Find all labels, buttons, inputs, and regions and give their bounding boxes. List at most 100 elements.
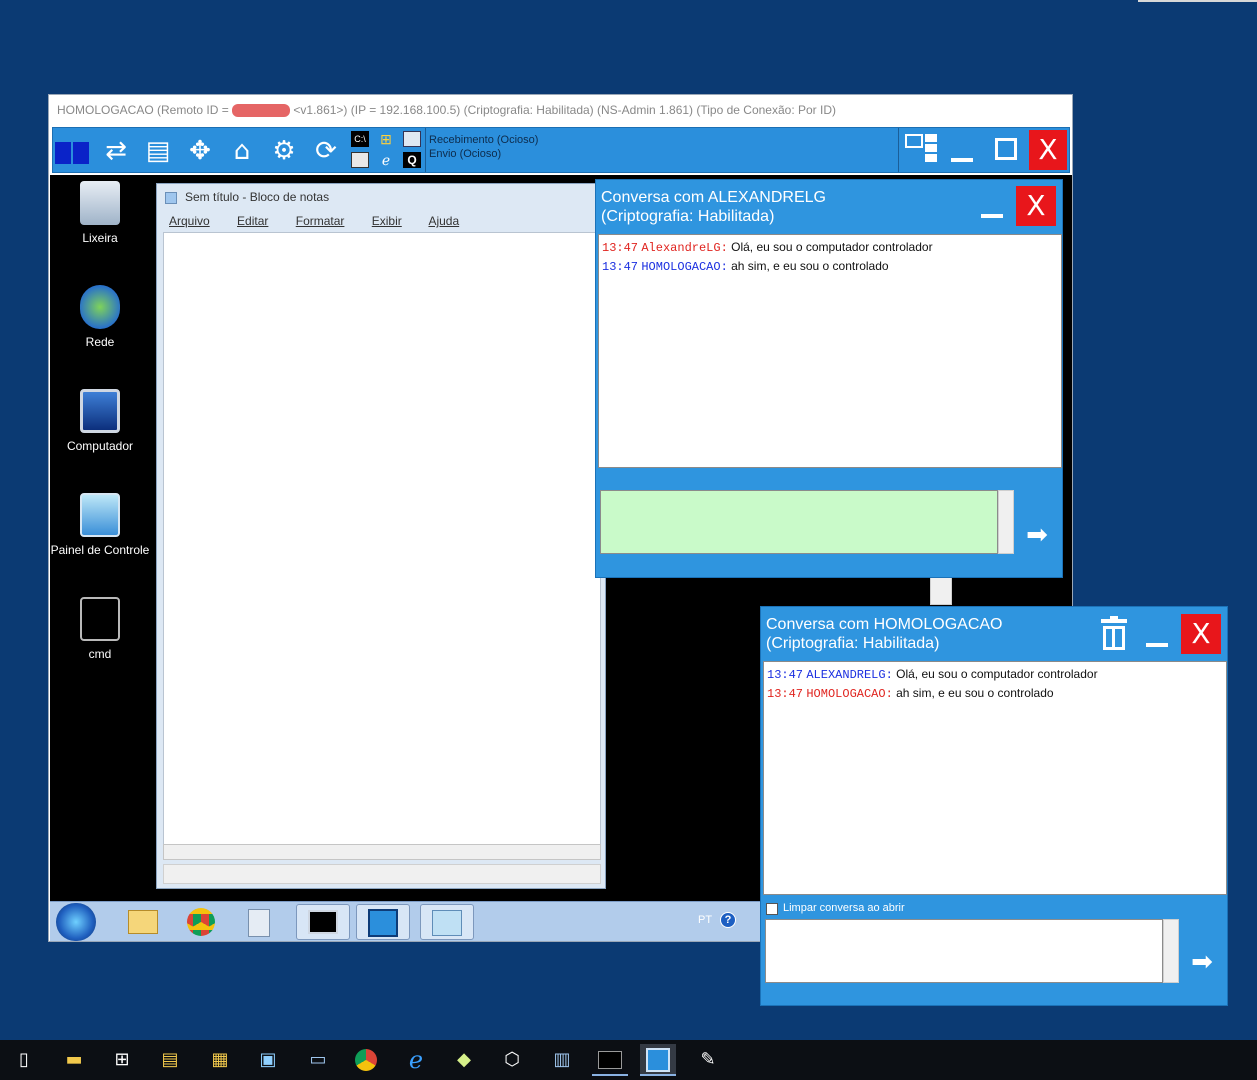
minimize-icon[interactable] [951, 158, 973, 162]
chat1-send-arrow-icon[interactable]: ➡ [1022, 520, 1052, 550]
file-explorer-icon[interactable]: ▬ [56, 1044, 92, 1076]
ie-icon[interactable]: ℯ [377, 152, 395, 168]
message-sender: HOMOLOGACAO: [806, 687, 893, 701]
folder-icon[interactable]: ▤ [152, 1044, 188, 1076]
chat2-send-arrow-icon[interactable]: ➡ [1187, 947, 1217, 977]
chat1-message-input[interactable] [600, 490, 998, 554]
chat-window-homologacao: Conversa com HOMOLOGACAO (Criptografia: … [760, 606, 1228, 1006]
notepad-horizontal-scrollbar[interactable] [163, 844, 601, 860]
chat-message: 13:47 HOMOLOGACAO: ah sim, e eu sou o co… [602, 257, 1058, 276]
notepad-menubar: Arquivo Editar Formatar Exibir Ajuda [169, 214, 473, 228]
status-receiving: Recebimento (Ocioso) [429, 134, 539, 146]
calculator-task[interactable] [232, 904, 286, 940]
notes-icon[interactable]: ◆ [446, 1044, 482, 1076]
chat2-title: Conversa com HOMOLOGACAO (Criptografia: … [766, 615, 1003, 653]
desktop-icon-label: Lixeira [82, 231, 118, 245]
host-taskbar: ▯ ▬ ⊞ ▤ ▦ ▣ ▭ ℯ ◆ ⬡ ▥ ✎ [0, 1040, 1257, 1080]
computer-icon [80, 389, 120, 433]
chat2-input-scrollbar[interactable] [1163, 919, 1179, 983]
windows-icon[interactable]: ⊞ [377, 131, 395, 147]
internet-explorer-icon[interactable]: ℯ [398, 1044, 434, 1076]
chat2-close-button[interactable]: X [1181, 614, 1221, 654]
task-view-icon[interactable]: ▯ [6, 1044, 42, 1076]
chat2-title-line1: Conversa com HOMOLOGACAO [766, 616, 1003, 633]
remote-desktop-icon[interactable]: ▭ [300, 1044, 336, 1076]
chat2-message-input[interactable] [765, 919, 1163, 983]
move-icon[interactable]: ✥ [183, 134, 217, 168]
refresh-icon[interactable]: ⟳ [309, 134, 343, 168]
desktop-icon-control-panel[interactable]: Painel de Controle [50, 493, 150, 557]
chat-message: 13:47 ALEXANDRELG: Olá, eu sou o computa… [767, 665, 1223, 684]
desktop-icon-network[interactable]: Rede [50, 285, 150, 349]
network-admin-icon[interactable]: ▥ [544, 1044, 580, 1076]
chrome-task[interactable] [174, 904, 228, 940]
cmd-icon[interactable]: C:\ [351, 131, 369, 147]
notepad-task[interactable] [420, 904, 474, 940]
notepad-app-icon [165, 192, 177, 204]
layout-icon[interactable] [905, 134, 939, 166]
message-time: 13:47 [602, 241, 639, 255]
chat1-title-line2: (Criptografia: Habilitada) [601, 208, 775, 225]
toolbar-separator [898, 128, 899, 172]
menu-arquivo[interactable]: Arquivo [169, 214, 210, 228]
monitor-icon[interactable] [403, 131, 421, 147]
explorer-task[interactable] [116, 904, 170, 940]
notepad-window: Sem título - Bloco de notas Arquivo Edit… [156, 183, 606, 889]
clear-on-open-label: Limpar conversa ao abrir [783, 902, 905, 914]
chat-icon[interactable]: ▤ [141, 134, 175, 168]
desktop-icon-label: Computador [66, 439, 134, 453]
language-indicator[interactable]: PT [698, 914, 712, 926]
chrome-icon[interactable] [348, 1044, 384, 1076]
chat1-close-button[interactable]: X [1016, 186, 1056, 226]
message-text: Olá, eu sou o computador controlador [896, 667, 1098, 681]
message-text: ah sim, e eu sou o controlado [731, 259, 889, 273]
settings-icon[interactable]: ⚙ [267, 134, 301, 168]
paint-icon[interactable]: ✎ [690, 1044, 726, 1076]
minimize-icon[interactable] [1146, 643, 1168, 647]
desktop-icon-recycle-bin[interactable]: Lixeira [50, 181, 150, 245]
screen-icon[interactable] [55, 134, 89, 168]
chat1-message-log: 13:47 AlexandreLG: Olá, eu sou o computa… [598, 234, 1062, 468]
menu-exibir[interactable]: Exibir [372, 214, 402, 228]
folder-documents-icon[interactable]: ▦ [202, 1044, 238, 1076]
remote-control-app-icon[interactable] [640, 1044, 676, 1076]
desktop-icon-cmd[interactable]: cmd [50, 597, 150, 661]
cmd-shortcut-icon [80, 597, 120, 641]
network-connections-icon[interactable]: ▣ [250, 1044, 286, 1076]
remote-title-suffix: <v1.861>) (IP = 192.168.100.5) (Criptogr… [290, 103, 836, 117]
menu-formatar[interactable]: Formatar [296, 214, 345, 228]
menu-ajuda[interactable]: Ajuda [428, 214, 459, 228]
network-icon [80, 285, 120, 329]
remote-window-title: HOMOLOGACAO (Remoto ID = <v1.861>) (IP =… [49, 95, 1072, 125]
store-icon[interactable]: ⊞ [104, 1044, 140, 1076]
desktop-icon-label: Painel de Controle [50, 543, 150, 557]
chat2-message-log: 13:47 ALEXANDRELG: Olá, eu sou o computa… [763, 661, 1227, 895]
message-time: 13:47 [602, 260, 639, 274]
menu-editar[interactable]: Editar [237, 214, 268, 228]
notepad-status-bar [163, 864, 601, 884]
virtualbox-icon[interactable]: ⬡ [494, 1044, 530, 1076]
minimize-icon[interactable] [981, 214, 1003, 218]
chat1-title-line1: Conversa com ALEXANDRELG [601, 189, 826, 206]
help-icon[interactable]: ? [720, 912, 736, 928]
trash-icon[interactable] [1101, 616, 1127, 651]
cmd-task[interactable] [296, 904, 350, 940]
remote-title-prefix: HOMOLOGACAO (Remoto ID = [57, 103, 233, 117]
cmd-taskbar-icon[interactable] [592, 1044, 628, 1076]
clear-on-open-checkbox[interactable] [766, 903, 778, 915]
home-icon[interactable]: ⌂ [225, 134, 259, 168]
recycle-bin-icon [80, 181, 120, 225]
remote-toolbar: ⇄ ▤ ✥ ⌂ ⚙ ⟳ C:\ ⊞ ℯ Q Recebimento (Ocios… [52, 127, 1070, 173]
start-button[interactable] [56, 903, 96, 941]
transfer-icon[interactable]: ⇄ [99, 134, 133, 168]
message-sender: AlexandreLG: [641, 241, 728, 255]
desktop-icon-computer[interactable]: Computador [50, 389, 150, 453]
message-sender: HOMOLOGACAO: [641, 260, 728, 274]
notepad-text-area[interactable] [163, 232, 601, 852]
close-button[interactable]: X [1029, 130, 1067, 170]
keyboard-icon[interactable] [351, 152, 369, 168]
maximize-icon[interactable] [995, 138, 1017, 160]
q-icon[interactable]: Q [403, 152, 421, 168]
chat1-input-scrollbar[interactable] [998, 490, 1014, 554]
remote-app-task[interactable] [356, 904, 410, 940]
